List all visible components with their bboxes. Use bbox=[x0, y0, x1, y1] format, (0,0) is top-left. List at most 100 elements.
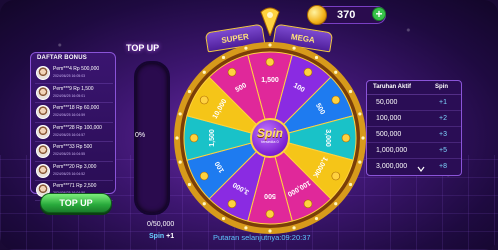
wheel-segment-value: 1,500 bbox=[209, 129, 216, 147]
game-screen: 370 + DAFTAR BONUS Pem***4 Rp 500,000 20… bbox=[0, 0, 498, 250]
chevron-down-icon[interactable] bbox=[417, 166, 425, 172]
rim-bulb bbox=[348, 182, 353, 187]
spin-bonus: +1 bbox=[439, 99, 447, 106]
bet-amount: 100,000 bbox=[376, 115, 402, 122]
rim-bulb bbox=[348, 89, 353, 94]
bonus-winner: Pem***28 Rp 100,000 bbox=[53, 124, 102, 131]
progress-title: TOP UP bbox=[126, 43, 160, 53]
rim-bulb bbox=[178, 160, 182, 164]
bonus-date: 2024/06/25 16:05:03 bbox=[53, 74, 86, 78]
table-header: Taruhan Aktif Spin bbox=[367, 81, 461, 95]
spin-reward-label: Spin bbox=[149, 233, 165, 240]
table-row: 3,000,000 +8 bbox=[367, 159, 461, 175]
coin-icon bbox=[331, 95, 341, 105]
wheel-pointer-icon bbox=[260, 7, 280, 36]
avatar bbox=[36, 124, 50, 139]
active-bet-table: Taruhan Aktif Spin 50,000 +1 100,000 +2 … bbox=[366, 80, 462, 176]
rim-bulb bbox=[202, 202, 206, 206]
bonus-date: 2024/06/25 16:04:59 bbox=[53, 113, 86, 117]
table-row: 1,000,000 +5 bbox=[367, 143, 461, 159]
rim-bulb bbox=[292, 226, 296, 230]
bonus-winner: Pem***33 Rp 500 bbox=[53, 144, 93, 150]
coin-icon bbox=[227, 199, 237, 209]
spin-button-label: Spin bbox=[257, 126, 283, 140]
column-header-spin: Spin bbox=[435, 84, 448, 90]
coin-icon bbox=[341, 133, 351, 143]
bonus-row: Pem***28 Rp 100,000 2024/06/25 16:04:57 bbox=[35, 123, 113, 142]
rim-bulb bbox=[334, 70, 338, 74]
rim-bulb bbox=[178, 112, 182, 116]
spin-button[interactable]: Spin tersedia 0 bbox=[250, 118, 290, 158]
prize-wheel: SUPER MEGA 1,500 100 500 3,000 1,000K 100,000… bbox=[172, 7, 368, 236]
bonus-winner: Pem***9 Rp 1,500 bbox=[53, 85, 94, 92]
avatar bbox=[36, 144, 50, 158]
table-row: 50,000 +1 bbox=[367, 95, 461, 111]
bonus-date: 2024/06/25 16:04:55 bbox=[53, 152, 86, 156]
coin-icon bbox=[199, 171, 209, 181]
coin-icon bbox=[227, 67, 237, 77]
avatar bbox=[36, 163, 50, 178]
coin-icon bbox=[303, 199, 313, 209]
bonus-date: 2024/06/25 16:05:01 bbox=[53, 93, 86, 98]
add-coins-button[interactable]: + bbox=[372, 7, 386, 21]
bonus-row: Pem***20 Rp 3,000 2024/06/25 16:04:52 bbox=[35, 162, 113, 181]
bonus-winner: Pem***4 Rp 500,000 bbox=[53, 66, 100, 72]
avatar bbox=[36, 105, 50, 119]
wheel-segment-value: 500 bbox=[264, 192, 276, 199]
spin-bonus: +8 bbox=[439, 163, 447, 170]
progress-percent: 0% bbox=[135, 132, 146, 139]
bonus-list-panel: DAFTAR BONUS Pem***4 Rp 500,000 2024/06/… bbox=[30, 52, 116, 201]
bonus-winner: Pem***71 Rp 2,500 bbox=[53, 183, 97, 189]
rim-bulb bbox=[292, 46, 296, 50]
coin-icon bbox=[307, 5, 327, 25]
avatar bbox=[36, 66, 50, 80]
bonus-row: Pem***18 Rp 60,000 2024/06/25 16:04:59 bbox=[35, 103, 113, 123]
wheel-segment-value: 1,500 bbox=[261, 77, 279, 84]
rim-bulb bbox=[221, 216, 226, 221]
rim-bulb bbox=[314, 216, 319, 221]
bonus-winner: Pem***18 Rp 60,000 bbox=[53, 105, 100, 111]
avatar bbox=[36, 85, 50, 100]
coin-icon bbox=[199, 95, 209, 105]
rim-bulb bbox=[358, 160, 362, 164]
spin-bonus: +3 bbox=[439, 131, 447, 138]
rim-bulb bbox=[187, 89, 192, 94]
column-header-bet: Taruhan Aktif bbox=[373, 84, 412, 90]
table-row: 100,000 +2 bbox=[367, 111, 461, 127]
topup-button[interactable]: TOP UP bbox=[40, 193, 112, 213]
rim-bulb bbox=[202, 70, 206, 74]
spin-bonus: +2 bbox=[439, 115, 447, 122]
rim-bulb bbox=[314, 55, 319, 60]
bonus-list: Pem***4 Rp 500,000 2024/06/25 16:05:03 P… bbox=[35, 64, 113, 201]
wheel-segment-value: 3,000 bbox=[324, 129, 331, 147]
rim-bulb bbox=[268, 43, 272, 47]
rim-bulb bbox=[221, 55, 226, 60]
bet-amount: 3,000,000 bbox=[376, 163, 408, 170]
bonus-winner: Pem***20 Rp 3,000 bbox=[53, 163, 97, 170]
rim-bulb bbox=[187, 182, 192, 187]
rim-bulb bbox=[361, 136, 365, 140]
rim-bulb bbox=[334, 202, 338, 206]
coin-icon bbox=[331, 171, 341, 181]
bet-amount: 1,000,000 bbox=[376, 147, 408, 154]
bonus-row: Pem***4 Rp 500,000 2024/06/25 16:05:03 bbox=[35, 64, 113, 84]
spin-reward: Spin +1 bbox=[149, 233, 174, 240]
coin-icon bbox=[265, 209, 275, 219]
coin-icon bbox=[303, 67, 313, 77]
bonus-row: Pem***33 Rp 500 2024/06/25 16:04:55 bbox=[35, 142, 113, 162]
coin-icon bbox=[189, 133, 199, 143]
rim-bulb bbox=[244, 46, 248, 50]
coin-amount: 370 bbox=[337, 9, 356, 21]
rim-bulb bbox=[244, 226, 248, 230]
bet-amount: 500,000 bbox=[376, 131, 402, 138]
progress-count: 0/50,000 bbox=[147, 221, 175, 228]
next-round-countdown: Putaran selanjutnya:09:20:37 bbox=[213, 233, 311, 242]
table-row: 500,000 +3 bbox=[367, 127, 461, 143]
bonus-date: 2024/06/25 16:04:52 bbox=[53, 171, 86, 176]
bonus-list-title: DAFTAR BONUS bbox=[37, 55, 87, 61]
rim-bulb bbox=[358, 112, 362, 116]
coin-icon bbox=[265, 57, 275, 67]
bet-amount: 50,000 bbox=[376, 99, 398, 106]
rim-bulb bbox=[175, 136, 179, 140]
bonus-row: Pem***9 Rp 1,500 2024/06/25 16:05:01 bbox=[35, 84, 113, 103]
